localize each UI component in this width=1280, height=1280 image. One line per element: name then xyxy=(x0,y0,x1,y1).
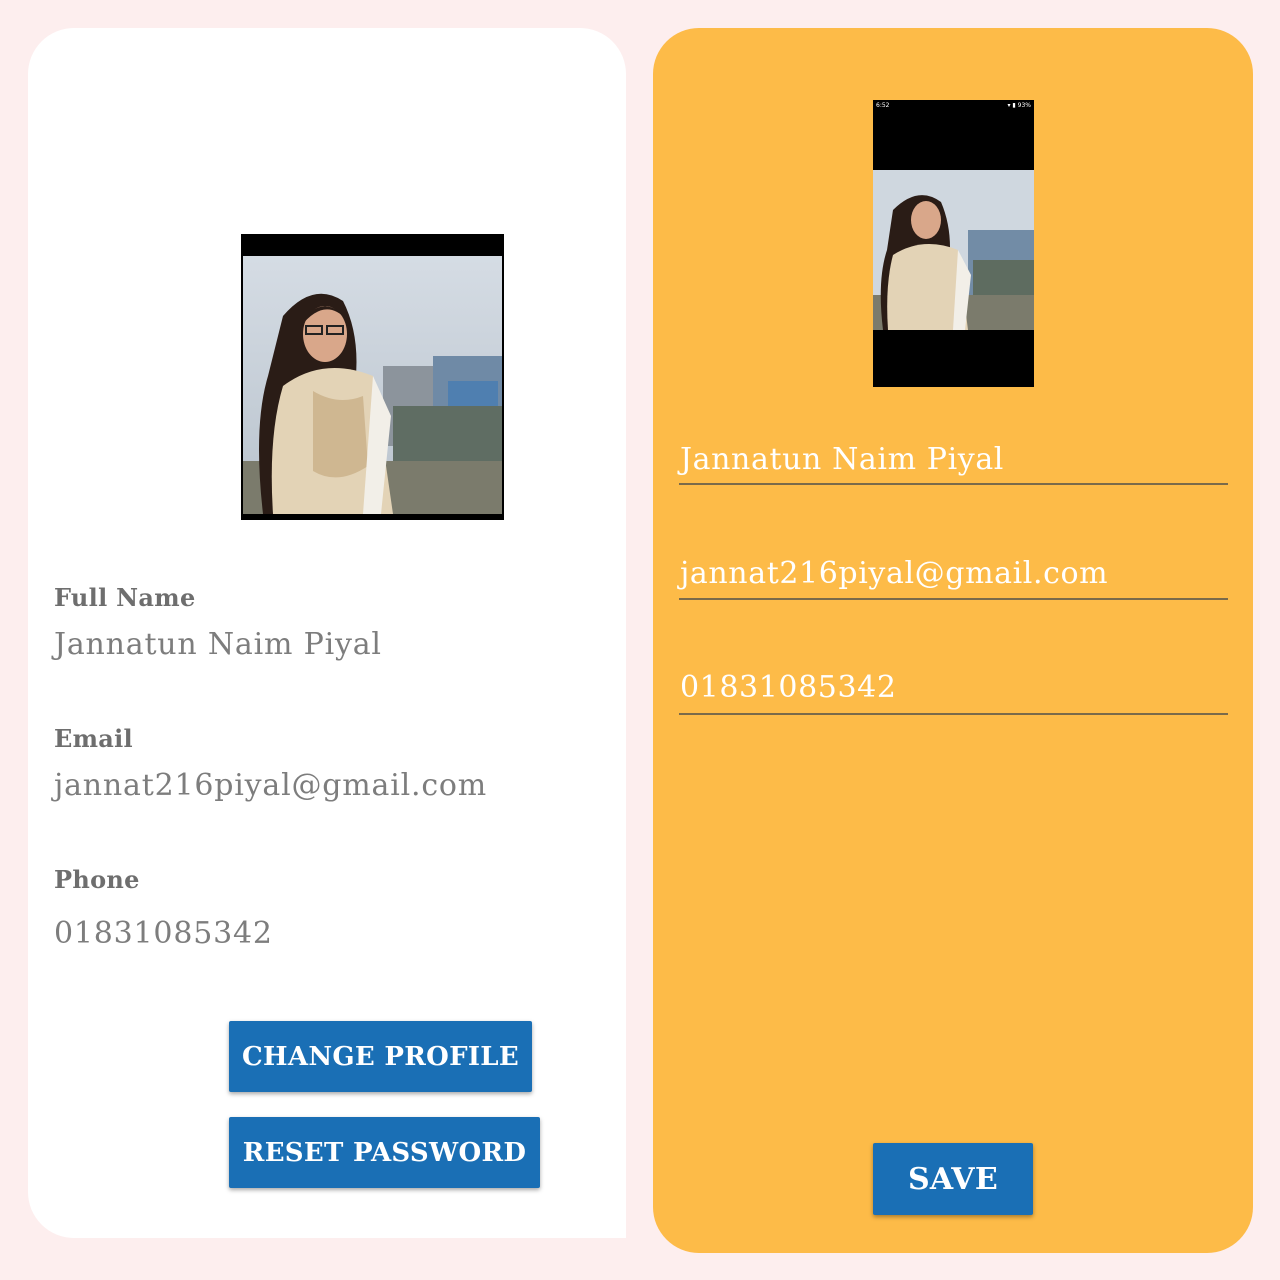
phone-input-underline xyxy=(679,713,1228,715)
phone-value: 01831085342 xyxy=(54,916,273,951)
change-profile-button[interactable]: CHANGE PROFILE xyxy=(229,1021,532,1092)
status-time: 6:52 xyxy=(876,102,890,109)
phone-input[interactable]: 01831085342 xyxy=(680,670,897,705)
full-name-label: Full Name xyxy=(54,583,196,612)
phone-status-bar: 6:52 ▾ ▮ 93% xyxy=(873,100,1034,112)
preview-photo-image xyxy=(873,170,1034,387)
phone-label: Phone xyxy=(54,865,140,894)
reset-password-button[interactable]: RESET PASSWORD xyxy=(229,1117,540,1188)
full-name-value: Jannatun Naim Piyal xyxy=(54,627,382,662)
name-input-underline xyxy=(679,483,1228,485)
status-battery: ▾ ▮ 93% xyxy=(1007,102,1031,109)
profile-photo xyxy=(241,234,504,520)
battery-icon: ▮ xyxy=(1012,102,1016,109)
selected-photo-preview[interactable]: 6:52 ▾ ▮ 93% xyxy=(873,100,1034,387)
wifi-icon: ▾ xyxy=(1007,102,1011,109)
email-value: jannat216piyal@gmail.com xyxy=(54,768,488,803)
email-input[interactable]: jannat216piyal@gmail.com xyxy=(680,556,1108,591)
name-input[interactable]: Jannatun Naim Piyal xyxy=(680,442,1004,477)
profile-photo-image xyxy=(243,256,502,514)
status-battery-value: 93% xyxy=(1017,102,1031,109)
save-button[interactable]: SAVE xyxy=(873,1143,1033,1215)
email-label: Email xyxy=(54,724,133,753)
email-input-underline xyxy=(679,598,1228,600)
